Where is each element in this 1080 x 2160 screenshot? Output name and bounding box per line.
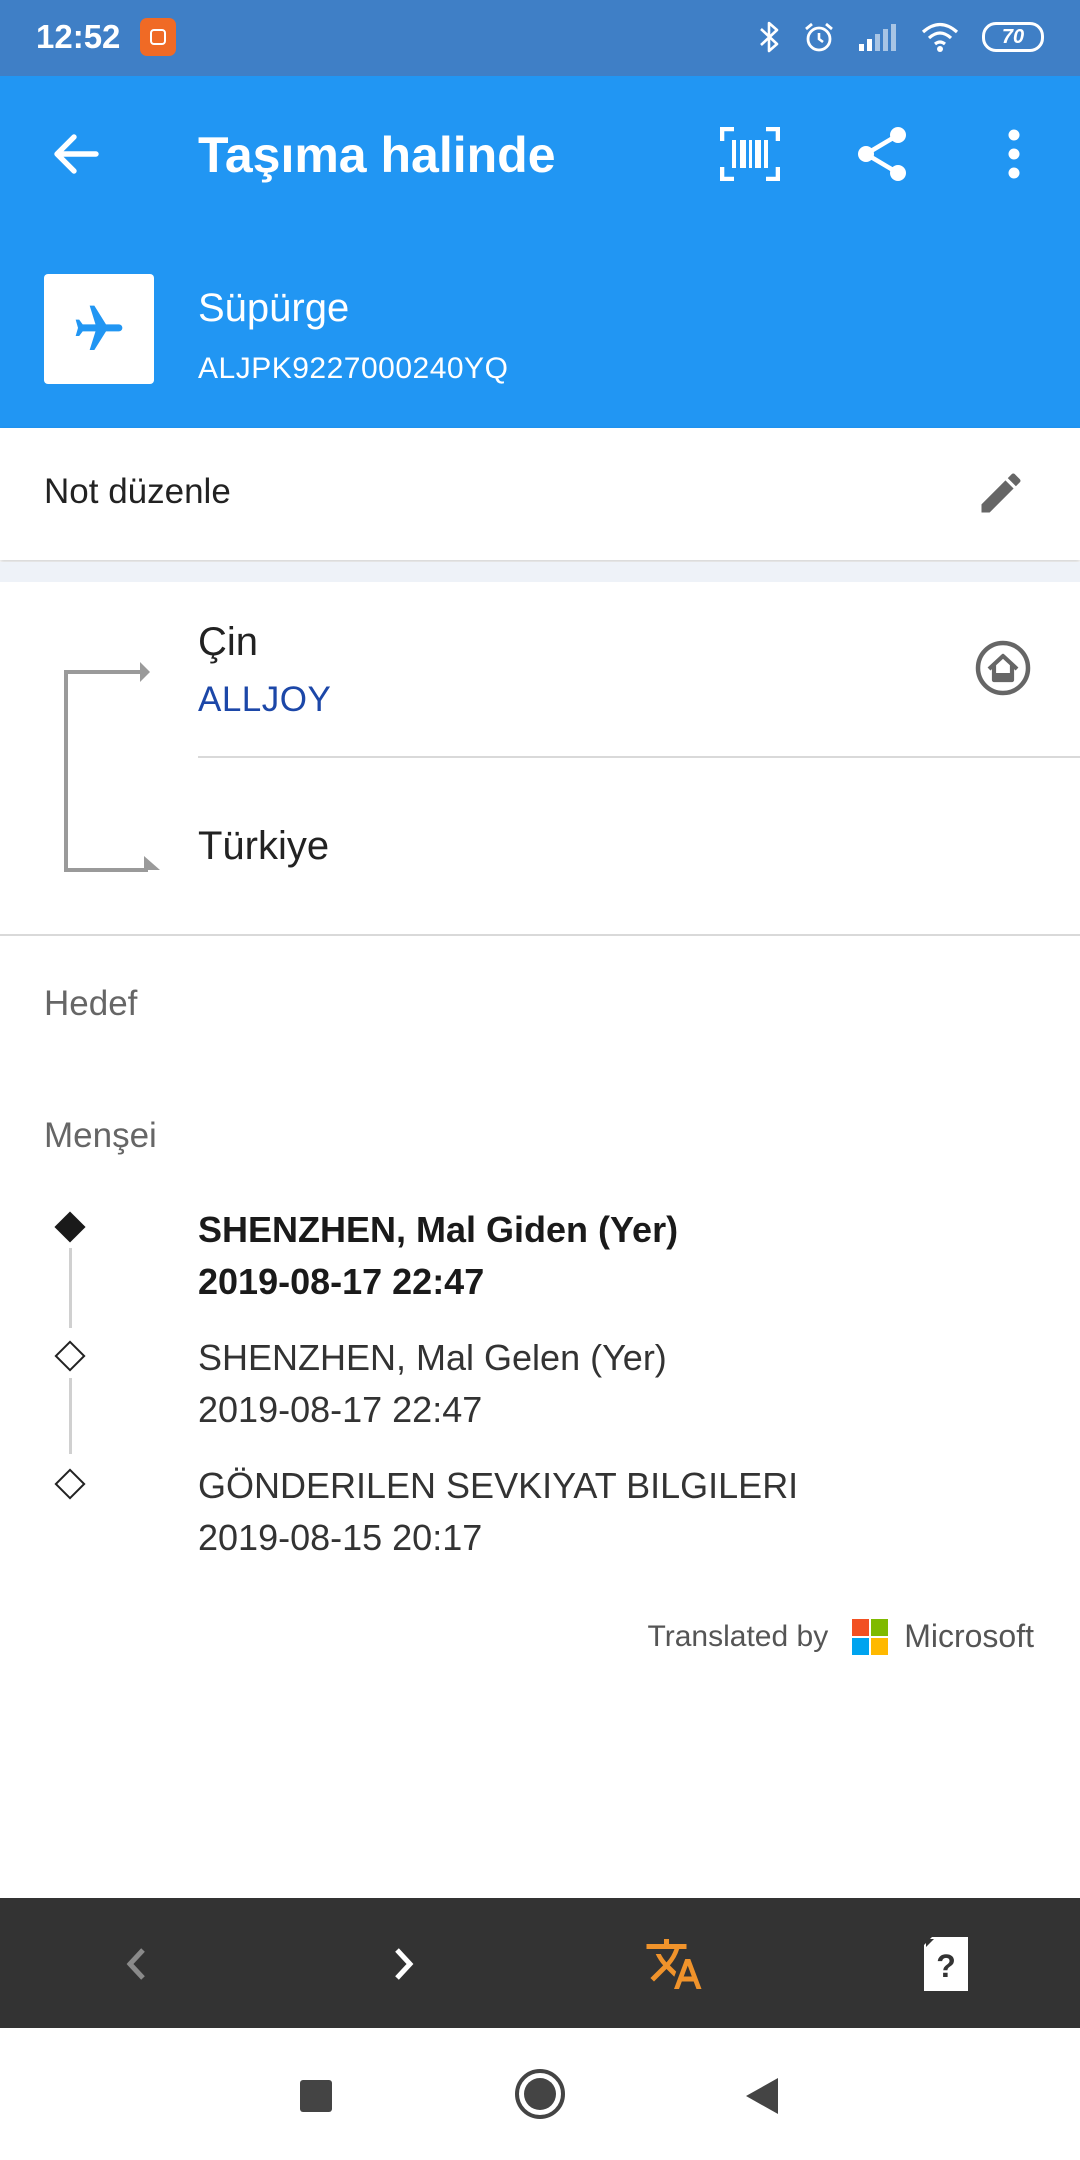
more-vert-icon (1008, 129, 1020, 179)
barcode-icon (720, 127, 780, 181)
chevron-left-icon (126, 1948, 145, 1980)
section-gap (0, 562, 1080, 582)
svg-text:?: ? (936, 1948, 956, 1984)
event-0-description: SHENZHEN, Mal Giden (Yer) (198, 1209, 679, 1250)
route-bottom-divider (0, 934, 1080, 936)
system-back-button[interactable] (726, 2060, 798, 2132)
event-1-description: SHENZHEN, Mal Gelen (Yer) (198, 1337, 667, 1378)
microsoft-logo-icon (852, 1618, 889, 1655)
translation-attribution[interactable]: Translated by Microsoft (648, 1618, 1034, 1655)
event-0-datetime: 2019-08-17 22:47 (198, 1261, 485, 1302)
timeline-line (69, 1378, 72, 1454)
battery-icon: 70 (982, 22, 1044, 52)
next-button[interactable] (368, 1928, 440, 2000)
timeline-line (69, 1248, 72, 1328)
share-button[interactable] (846, 118, 918, 190)
help-button[interactable]: ? (908, 1926, 984, 2002)
barcode-button[interactable] (714, 118, 786, 190)
translation-provider: Microsoft (904, 1618, 1034, 1654)
previous-button[interactable] (100, 1928, 172, 2000)
event-2-description: GÖNDERILEN SEVKIYAT BILGILERI (198, 1465, 799, 1506)
back-button[interactable] (40, 122, 112, 186)
carrier-name[interactable]: ALLJOY (198, 680, 331, 720)
recents-square-icon (300, 2080, 332, 2112)
home-circle-icon (975, 640, 1031, 696)
airplane-icon (75, 305, 123, 350)
destination-section-label: Hedef (44, 984, 138, 1023)
translate-icon (646, 1939, 702, 1989)
route-divider (198, 756, 1080, 758)
more-options-button[interactable] (984, 118, 1044, 190)
bluetooth-icon (760, 21, 779, 53)
edit-note-label: Not düzenle (44, 472, 231, 511)
event-2-datetime: 2019-08-15 20:17 (198, 1517, 483, 1558)
event-marker-filled (54, 1211, 86, 1243)
package-type-icon-box (44, 274, 154, 384)
wifi-icon (921, 22, 959, 52)
event-marker (54, 1340, 86, 1372)
event-1-datetime: 2019-08-17 22:47 (198, 1389, 483, 1430)
help-card-icon: ? (924, 1937, 968, 1991)
status-bar: 12:52 70 (0, 0, 1080, 76)
back-arrow-icon (54, 134, 99, 174)
home-circle-icon (515, 2069, 565, 2119)
translate-button[interactable] (636, 1926, 712, 2002)
event-marker (54, 1468, 86, 1500)
pencil-icon (981, 473, 1021, 513)
page-title: Taşıma halinde (198, 127, 556, 183)
status-icons: 70 (758, 16, 1044, 58)
origin-section-label: Menşei (44, 1116, 157, 1155)
share-icon (858, 127, 906, 181)
signal-icon (859, 24, 896, 51)
translated-by-label: Translated by (647, 1619, 829, 1653)
app-notification-icon (140, 18, 176, 56)
tracking-code: ALJPK9227000240YQ (198, 352, 509, 385)
alarm-icon (805, 22, 833, 52)
recents-button[interactable] (280, 2060, 352, 2132)
chevron-right-icon (395, 1948, 414, 1980)
home-button[interactable] (504, 2058, 576, 2130)
package-name: Süpürge (198, 286, 350, 330)
destination-country: Türkiye (198, 824, 330, 868)
origin-country: Çin (198, 620, 259, 664)
route-connector-icon (64, 662, 160, 872)
edit-note-button[interactable] (966, 460, 1036, 526)
status-time: 12:52 (36, 18, 121, 55)
carrier-home-button[interactable] (968, 636, 1038, 700)
back-triangle-icon (746, 2078, 778, 2114)
